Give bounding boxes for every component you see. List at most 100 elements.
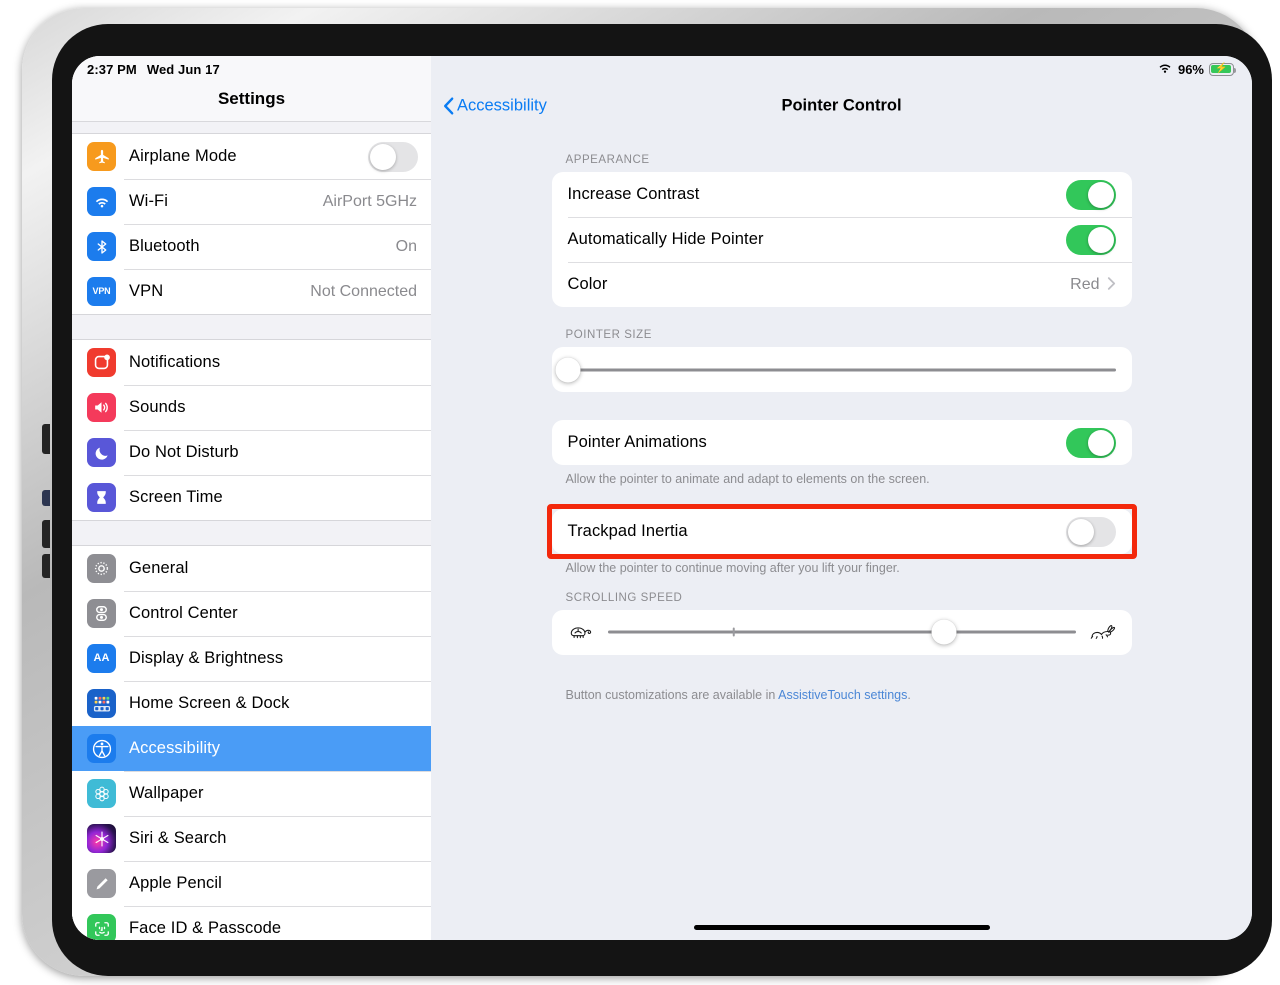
row-label: Color xyxy=(567,275,608,293)
sidebar-item-label: Bluetooth xyxy=(129,237,200,255)
scrolling-speed-section: SCROLLING SPEED xyxy=(551,592,1132,655)
row-pointer-animations[interactable]: Pointer Animations xyxy=(552,420,1132,465)
status-bar-right: 96% ⚡ xyxy=(1157,61,1237,77)
sidebar-item-label: Airplane Mode xyxy=(129,147,237,165)
sidebar-item-wifi[interactable]: Wi-Fi AirPort 5GHz xyxy=(72,179,431,224)
power-button[interactable] xyxy=(42,424,50,454)
chevron-right-icon xyxy=(1107,276,1116,294)
control-center-icon xyxy=(87,599,116,628)
gear-icon xyxy=(87,554,116,583)
volume-up-button[interactable] xyxy=(42,520,50,548)
sidebar-item-label: Wallpaper xyxy=(129,784,204,802)
sidebar-item-label: Notifications xyxy=(129,353,221,371)
sounds-icon xyxy=(87,393,116,422)
row-automatically-hide-pointer[interactable]: Automatically Hide Pointer xyxy=(552,217,1132,262)
sidebar-item-label: Do Not Disturb xyxy=(129,443,239,461)
pointer-size-slider-row[interactable] xyxy=(552,347,1132,392)
automatically-hide-pointer-toggle[interactable] xyxy=(1065,224,1116,255)
airplane-mode-toggle[interactable] xyxy=(368,141,418,172)
row-label: Pointer Animations xyxy=(567,433,707,451)
increase-contrast-toggle[interactable] xyxy=(1065,179,1116,210)
sidebar-item-apple-pencil[interactable]: Apple Pencil xyxy=(72,861,431,906)
row-trackpad-inertia[interactable]: Trackpad Inertia xyxy=(552,509,1132,554)
appearance-section-header: APPEARANCE xyxy=(565,154,650,166)
trackpad-inertia-toggle[interactable] xyxy=(1065,516,1116,547)
toggle-knob xyxy=(1067,518,1094,545)
sidebar-item-vpn[interactable]: VPN VPN Not Connected xyxy=(72,269,431,314)
charging-bolt-icon: ⚡ xyxy=(1215,63,1228,74)
pointer-animations-card: Pointer Animations xyxy=(551,420,1132,465)
sidebar-item-control-center[interactable]: Control Center xyxy=(72,591,431,636)
sidebar-item-general[interactable]: General xyxy=(72,546,431,591)
home-indicator[interactable] xyxy=(693,925,990,930)
sidebar-item-screen-time[interactable]: Screen Time xyxy=(72,475,431,520)
pointer-size-card xyxy=(551,347,1132,392)
pointer-control-detail-pane: 96% ⚡ Accessibility Pointer Control APPE… xyxy=(431,56,1252,940)
battery-charging-icon: ⚡ xyxy=(1209,62,1237,76)
status-bar-right-area: 96% ⚡ xyxy=(431,56,1252,84)
siri-icon xyxy=(87,824,116,853)
sidebar-item-do-not-disturb[interactable]: Do Not Disturb xyxy=(72,430,431,475)
sidebar-item-wallpaper[interactable]: Wallpaper xyxy=(72,771,431,816)
sidebar-item-face-id-passcode[interactable]: Face ID & Passcode xyxy=(72,906,431,940)
sidebar-group-divider xyxy=(72,122,431,134)
sidebar-item-label: Accessibility xyxy=(129,739,221,757)
sidebar-item-label: Screen Time xyxy=(129,488,223,506)
sidebar-item-bluetooth[interactable]: Bluetooth On xyxy=(72,224,431,269)
footer-text-after: . xyxy=(907,687,911,702)
sidebar-item-accessibility[interactable]: Accessibility xyxy=(72,726,431,771)
sidebar-item-label: Siri & Search xyxy=(129,829,227,847)
sidebar-item-label: VPN xyxy=(129,282,164,300)
tortoise-icon xyxy=(568,621,596,643)
accessibility-icon xyxy=(87,734,116,763)
status-time: 2:37 PM xyxy=(87,62,137,77)
wifi-icon xyxy=(1157,61,1173,77)
sidebar-item-value: Not Connected xyxy=(310,282,417,300)
sidebar-item-home-screen-dock[interactable]: Home Screen & Dock xyxy=(72,681,431,726)
status-bar-left: 2:37 PM Wed Jun 17 xyxy=(87,62,220,77)
sidebar-item-label: Control Center xyxy=(129,604,238,622)
sidebar-item-siri-search[interactable]: Siri & Search xyxy=(72,816,431,861)
pointer-animations-section: Pointer Animations Allow the pointer to … xyxy=(551,420,1132,487)
airplane-icon xyxy=(87,142,116,171)
display-brightness-icon: AA xyxy=(87,644,116,673)
pointer-size-slider[interactable] xyxy=(555,355,1116,385)
sidebar-item-sounds[interactable]: Sounds xyxy=(72,385,431,430)
row-increase-contrast[interactable]: Increase Contrast xyxy=(552,172,1132,217)
hare-icon xyxy=(1088,621,1116,643)
vpn-icon: VPN xyxy=(87,277,116,306)
pointer-animations-toggle[interactable] xyxy=(1065,427,1116,458)
trackpad-inertia-footer: Allow the pointer to continue moving aft… xyxy=(565,561,900,576)
volume-down-button[interactable] xyxy=(42,554,50,578)
pointer-size-section: POINTER SIZE xyxy=(551,329,1132,392)
sidebar-item-display-brightness[interactable]: AA Display & Brightness xyxy=(72,636,431,681)
apple-pencil-icon xyxy=(87,869,116,898)
detail-content[interactable]: APPEARANCE Increase Contrast Automatical… xyxy=(431,128,1252,940)
sidebar-item-airplane-mode[interactable]: Airplane Mode xyxy=(72,134,431,179)
slider-thumb[interactable] xyxy=(931,619,957,645)
slider-thumb[interactable] xyxy=(555,357,580,382)
sidebar-item-label: Home Screen & Dock xyxy=(129,694,290,712)
sidebar-item-label: Apple Pencil xyxy=(129,874,222,892)
sidebar-scroll-area[interactable]: Airplane Mode Wi-Fi AirPort 5GHz Bluetoo… xyxy=(72,122,431,940)
sidebar-item-value: AirPort 5GHz xyxy=(322,192,417,210)
scrolling-speed-slider-row[interactable] xyxy=(552,610,1132,655)
sidebar-item-notifications[interactable]: Notifications xyxy=(72,340,431,385)
trackpad-inertia-section: Trackpad Inertia Allow the pointer to co… xyxy=(551,509,1132,576)
detail-navbar: Accessibility Pointer Control xyxy=(431,84,1252,128)
speaker-grille xyxy=(42,490,50,506)
wallpaper-icon xyxy=(87,779,116,808)
scrolling-speed-slider[interactable] xyxy=(607,617,1076,647)
sidebar-item-value: On xyxy=(395,237,417,255)
color-value: Red xyxy=(1070,275,1100,293)
pointer-animations-footer: Allow the pointer to animate and adapt t… xyxy=(565,472,930,486)
status-date: Wed Jun 17 xyxy=(146,62,220,77)
row-color[interactable]: Color Red xyxy=(552,262,1132,307)
assistivetouch-settings-link[interactable]: AssistiveTouch settings xyxy=(778,688,907,702)
home-screen-dock-icon xyxy=(87,689,116,718)
sidebar-item-label: General xyxy=(129,559,189,577)
sidebar-item-label: Face ID & Passcode xyxy=(129,919,282,937)
slider-tick-mark xyxy=(732,627,736,637)
sidebar-group-connectivity: Airplane Mode Wi-Fi AirPort 5GHz Bluetoo… xyxy=(72,134,431,314)
sidebar-item-label: Display & Brightness xyxy=(129,649,284,667)
